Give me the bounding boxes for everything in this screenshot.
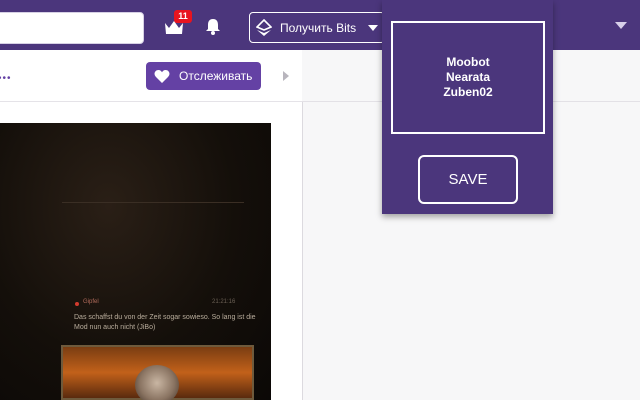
get-bits-label: Получить Bits bbox=[280, 20, 357, 35]
scroll-right-icon[interactable] bbox=[282, 71, 290, 81]
video-chat-message: Das schaffst du von der Zeit sogar sowie… bbox=[74, 314, 256, 331]
follow-button[interactable]: Отслеживать bbox=[146, 62, 261, 90]
bell-icon[interactable] bbox=[203, 16, 223, 36]
user-menu-chevron-icon[interactable] bbox=[615, 22, 627, 30]
video-decor-line bbox=[62, 202, 244, 203]
heart-icon bbox=[154, 69, 170, 83]
bits-gem-icon bbox=[256, 18, 272, 36]
get-bits-button[interactable]: Получить Bits bbox=[249, 12, 385, 43]
video-chat-user: Gipfel bbox=[83, 299, 99, 305]
chevron-down-icon bbox=[368, 24, 379, 31]
list-item: Nearata bbox=[445, 70, 491, 84]
prime-count-badge: 11 bbox=[174, 10, 192, 23]
ignored-users-list[interactable]: Moobot Nearata Zuben02 bbox=[391, 21, 545, 134]
search-input[interactable] bbox=[0, 12, 144, 44]
save-button[interactable]: SAVE bbox=[418, 155, 518, 204]
video-overlay-face bbox=[135, 365, 179, 400]
follow-label: Отслеживать bbox=[179, 69, 253, 83]
list-item: Zuben02 bbox=[443, 85, 493, 99]
chat-user-icon bbox=[75, 302, 79, 306]
list-item: Moobot bbox=[446, 55, 490, 69]
more-options-dots[interactable]: ••• bbox=[0, 73, 12, 84]
video-chat-time: 21:21:16 bbox=[212, 299, 236, 305]
